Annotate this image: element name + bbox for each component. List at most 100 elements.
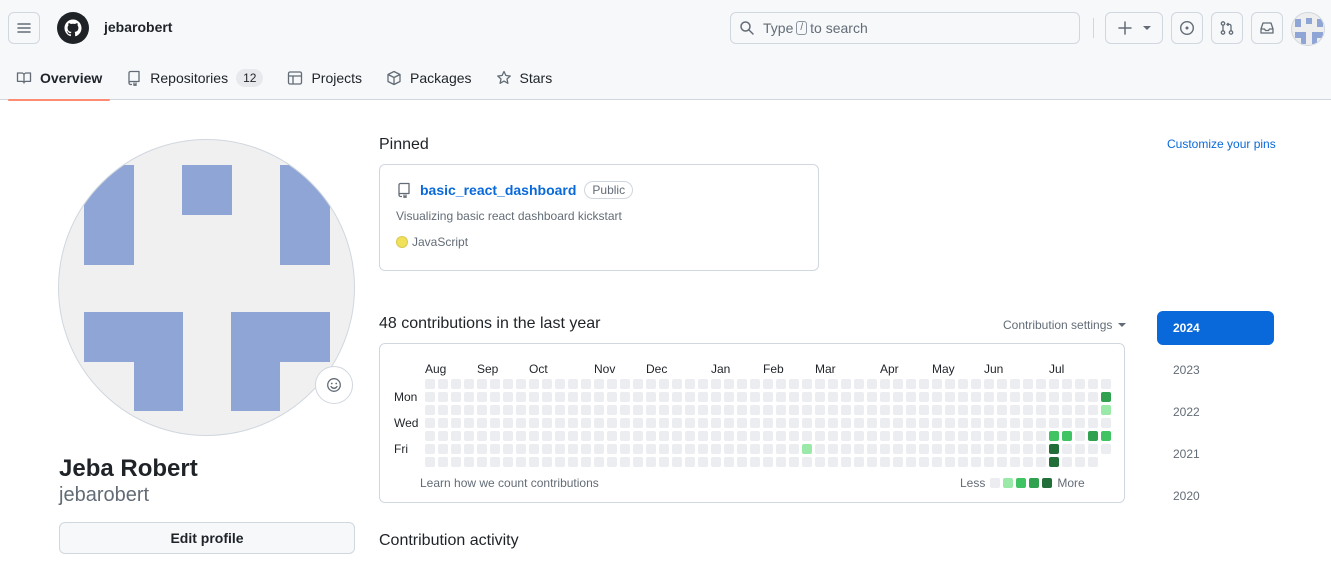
contribution-day-cell[interactable] [854,379,864,389]
contribution-day-cell[interactable] [672,457,682,467]
year-2021[interactable]: 2021 [1157,437,1274,471]
contribution-day-cell[interactable] [711,418,721,428]
contribution-day-cell[interactable] [464,431,474,441]
contribution-day-cell[interactable] [984,431,994,441]
contribution-day-cell[interactable] [542,444,552,454]
contribution-day-cell[interactable] [984,392,994,402]
contribution-day-cell[interactable] [1010,431,1020,441]
contribution-day-cell[interactable] [906,457,916,467]
contribution-day-cell[interactable] [750,431,760,441]
contribution-day-cell[interactable] [490,379,500,389]
contribution-day-cell[interactable] [919,431,929,441]
contribution-day-cell[interactable] [854,444,864,454]
contribution-day-cell[interactable] [659,457,669,467]
contribution-day-cell[interactable] [646,392,656,402]
contribution-day-cell[interactable] [438,457,448,467]
contribution-day-cell[interactable] [789,457,799,467]
contribution-day-cell[interactable] [711,379,721,389]
contribution-day-cell[interactable] [529,444,539,454]
contribution-day-cell[interactable] [490,405,500,415]
contribution-day-cell[interactable] [516,444,526,454]
contribution-day-cell[interactable] [763,431,773,441]
contribution-day-cell[interactable] [815,444,825,454]
contribution-day-cell[interactable] [659,444,669,454]
contribution-day-cell[interactable] [698,431,708,441]
contribution-day-cell[interactable] [594,405,604,415]
contribution-day-cell[interactable] [867,444,877,454]
contribution-day-cell[interactable] [672,444,682,454]
contribution-day-cell[interactable] [464,405,474,415]
contribution-day-cell[interactable] [750,405,760,415]
contribution-day-cell[interactable] [1101,392,1111,402]
contribution-day-cell[interactable] [1062,431,1072,441]
contribution-day-cell[interactable] [464,418,474,428]
contribution-day-cell[interactable] [672,418,682,428]
contribution-day-cell[interactable] [438,431,448,441]
contribution-day-cell[interactable] [529,392,539,402]
tab-overview[interactable]: Overview [8,56,111,101]
contribution-day-cell[interactable] [880,392,890,402]
contribution-day-cell[interactable] [789,405,799,415]
contribution-day-cell[interactable] [607,392,617,402]
contribution-day-cell[interactable] [802,405,812,415]
contribution-day-cell[interactable] [763,392,773,402]
contribution-day-cell[interactable] [711,392,721,402]
contribution-day-cell[interactable] [594,379,604,389]
contribution-day-cell[interactable] [945,379,955,389]
contribution-day-cell[interactable] [1088,457,1098,467]
contribution-day-cell[interactable] [1049,431,1059,441]
contribution-day-cell[interactable] [581,379,591,389]
contribution-day-cell[interactable] [880,457,890,467]
contribution-day-cell[interactable] [581,444,591,454]
contribution-day-cell[interactable] [646,431,656,441]
contribution-day-cell[interactable] [997,431,1007,441]
contribution-day-cell[interactable] [425,392,435,402]
contribution-day-cell[interactable] [633,379,643,389]
contribution-day-cell[interactable] [802,392,812,402]
contribution-day-cell[interactable] [776,418,786,428]
contribution-day-cell[interactable] [1010,392,1020,402]
contribution-day-cell[interactable] [698,457,708,467]
contribution-day-cell[interactable] [438,392,448,402]
contribution-day-cell[interactable] [633,392,643,402]
contribution-day-cell[interactable] [724,444,734,454]
contribution-day-cell[interactable] [945,444,955,454]
contribution-day-cell[interactable] [490,431,500,441]
contribution-day-cell[interactable] [789,418,799,428]
contribution-day-cell[interactable] [919,444,929,454]
contribution-day-cell[interactable] [685,405,695,415]
contribution-day-cell[interactable] [776,431,786,441]
contribution-day-cell[interactable] [789,444,799,454]
contribution-day-cell[interactable] [945,457,955,467]
set-status-button[interactable] [315,366,353,404]
contribution-day-cell[interactable] [607,379,617,389]
contribution-day-cell[interactable] [516,392,526,402]
contribution-day-cell[interactable] [763,405,773,415]
contribution-day-cell[interactable] [997,418,1007,428]
contribution-day-cell[interactable] [958,405,968,415]
tab-repositories[interactable]: Repositories 12 [118,56,271,100]
contribution-day-cell[interactable] [815,431,825,441]
contribution-day-cell[interactable] [672,379,682,389]
contribution-day-cell[interactable] [1062,405,1072,415]
contribution-day-cell[interactable] [789,392,799,402]
contribution-day-cell[interactable] [1062,379,1072,389]
contribution-day-cell[interactable] [867,457,877,467]
contribution-day-cell[interactable] [607,418,617,428]
contribution-day-cell[interactable] [1062,418,1072,428]
contribution-day-cell[interactable] [451,457,461,467]
contribution-day-cell[interactable] [698,379,708,389]
contribution-day-cell[interactable] [568,392,578,402]
contribution-day-cell[interactable] [906,392,916,402]
contribution-day-cell[interactable] [945,392,955,402]
contribution-day-cell[interactable] [516,431,526,441]
profile-avatar[interactable] [58,139,355,436]
contribution-day-cell[interactable] [542,431,552,441]
contribution-day-cell[interactable] [503,405,513,415]
tab-projects[interactable]: Projects [279,56,370,100]
contribution-day-cell[interactable] [1088,405,1098,415]
contribution-settings-dropdown[interactable]: Contribution settings [1003,318,1126,332]
year-2024[interactable]: 2024 [1157,311,1274,345]
contribution-day-cell[interactable] [867,431,877,441]
contribution-day-cell[interactable] [1010,379,1020,389]
